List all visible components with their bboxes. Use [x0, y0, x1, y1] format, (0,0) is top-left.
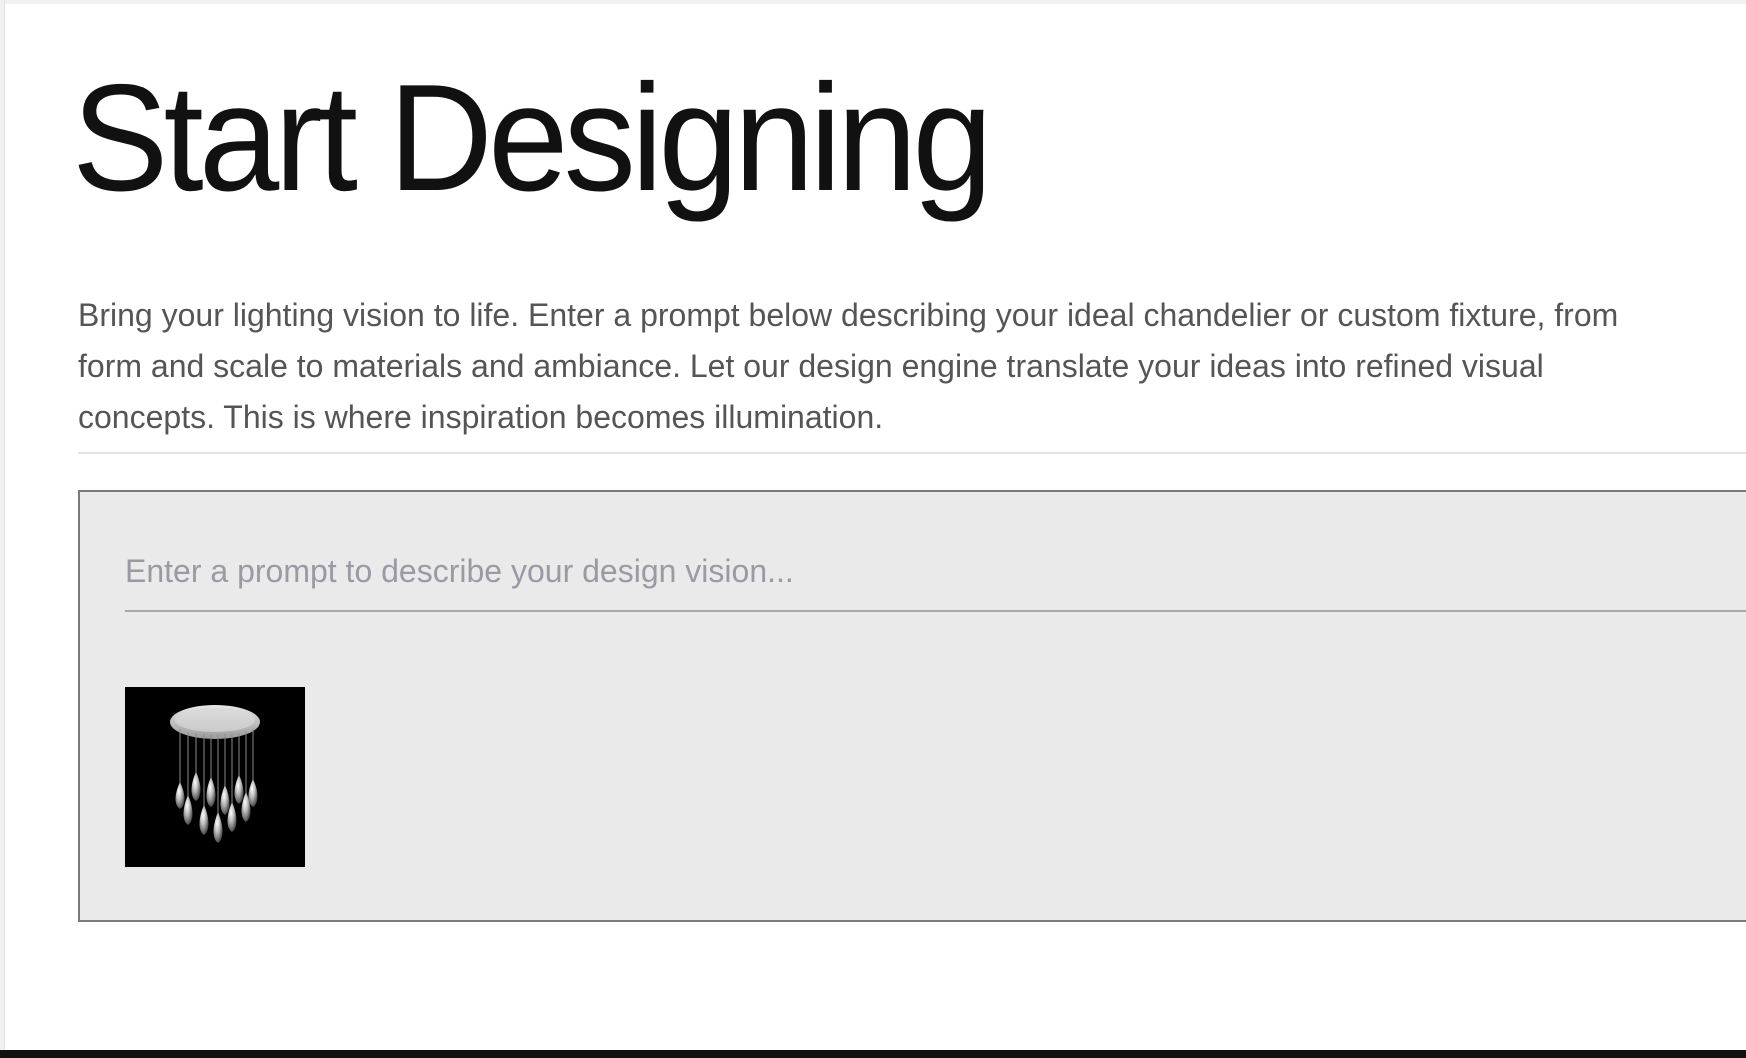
page-title: Start Designing	[72, 53, 993, 223]
bottom-bar	[0, 1050, 1746, 1058]
prompt-input[interactable]	[125, 532, 1746, 612]
top-edge	[0, 0, 1746, 4]
chandelier-icon	[125, 687, 305, 867]
section-divider	[78, 452, 1746, 454]
page: Start Designing Bring your lighting visi…	[0, 0, 1746, 1058]
left-edge	[0, 0, 5, 1058]
attachment-thumbnail[interactable]	[125, 687, 305, 867]
intro-paragraph: Bring your lighting vision to life. Ente…	[78, 297, 1619, 435]
prompt-composer	[78, 490, 1746, 922]
